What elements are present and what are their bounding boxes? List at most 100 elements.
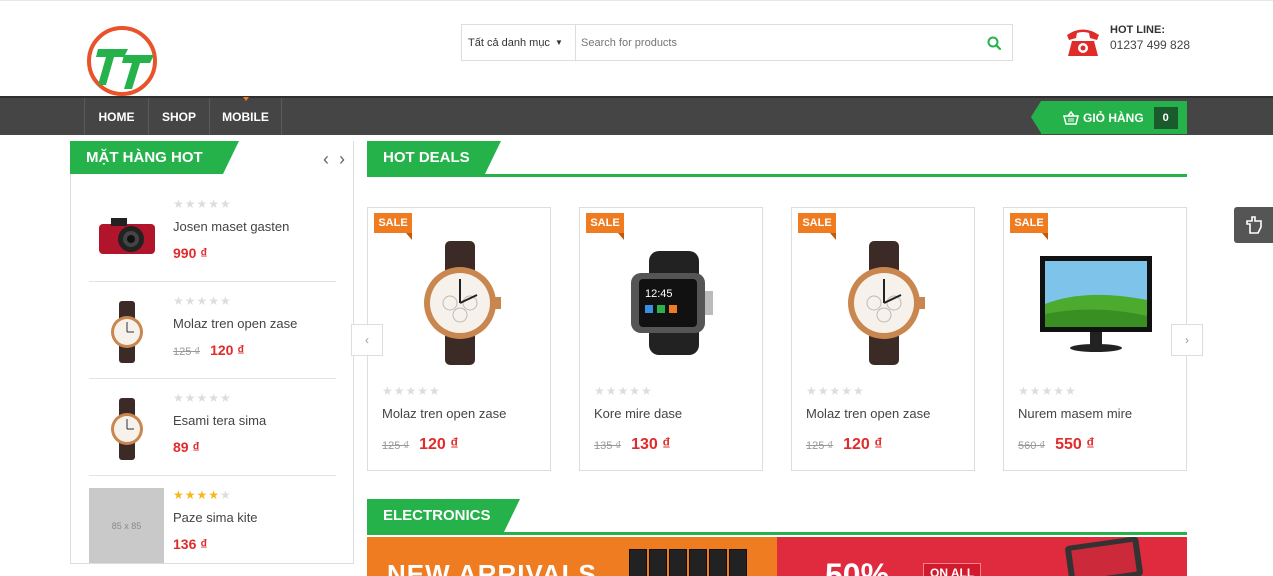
rating-stars: ★★★★★ (173, 488, 232, 502)
discount-tag: ON ALL (923, 563, 982, 576)
product-name[interactable]: Esami tera sima (173, 413, 266, 428)
current-price: 136 ₫ (173, 536, 208, 552)
sidebar-product[interactable]: ★★★★★ Josen maset gasten 990 ₫ (89, 185, 336, 282)
page: Tất cả danh mục ▼ HOT LINE: 01237 499 82… (0, 0, 1273, 576)
chevron-left-icon[interactable]: ‹ (323, 149, 329, 170)
old-price: 560 ₫ (1018, 440, 1046, 452)
hot-items-sidebar: MẶT HÀNG HOT ‹ › ★★★★★ Josen maset gaste… (70, 141, 354, 564)
product-card[interactable]: 12:45 SALE ★★★★★ Kore mire dase 135 ₫ 130… (579, 207, 763, 471)
cart-button[interactable]: GIỎ HÀNG 0 (1031, 101, 1187, 134)
chevron-right-icon: › (1185, 333, 1189, 347)
product-card[interactable]: SALE ★★★★★ Molaz tren open zase 125 ₫ 120… (367, 207, 551, 471)
product-name[interactable]: Josen maset gasten (173, 219, 289, 234)
rating-stars: ★★★★★ (1018, 384, 1077, 398)
hot-deals-title: HOT DEALS (367, 141, 501, 174)
discount-banner[interactable]: 50% ON ALL (777, 537, 1187, 576)
search-bar: Tất cả danh mục ▼ (461, 24, 1013, 61)
watch-image (89, 391, 164, 466)
sidebar-header: MẶT HÀNG HOT (70, 141, 354, 177)
category-dropdown[interactable]: Tất cả danh mục ▼ (462, 25, 576, 60)
cart-count-badge: 0 (1153, 106, 1178, 129)
nav-shop[interactable]: SHOP (148, 98, 209, 135)
old-price: 125 ₫ (382, 440, 410, 452)
old-price: 135 ₫ (594, 440, 622, 452)
product-price: 136 ₫ (173, 536, 207, 552)
cart-label: GIỎ HÀNG (1083, 110, 1144, 125)
product-name[interactable]: Molaz tren open zase (173, 316, 297, 331)
top-border (0, 0, 1273, 2)
watch-image (792, 228, 976, 378)
product-name[interactable]: Paze sima kite (173, 510, 258, 525)
product-name[interactable]: Kore mire dase (594, 406, 682, 421)
site-logo[interactable] (84, 25, 160, 97)
camera-image (89, 197, 164, 272)
current-price: 990 ₫ (173, 245, 208, 261)
chevron-right-icon[interactable]: › (339, 149, 345, 170)
sidebar-nav: ‹ › (323, 149, 345, 170)
phones-image (629, 549, 747, 576)
product-price: 125 ₫ 120 ₫ (382, 436, 458, 454)
product-price: 89 ₫ (173, 439, 200, 455)
rating-stars: ★★★★★ (173, 294, 232, 308)
floating-tool-button[interactable] (1234, 207, 1273, 243)
current-price: 550 ₫ (1055, 436, 1095, 453)
hotline-label: HOT LINE: (1110, 24, 1165, 36)
basket-icon (1063, 110, 1079, 125)
search-button[interactable] (976, 25, 1012, 60)
rating-stars: ★★★★★ (173, 391, 232, 405)
product-price: 135 ₫ 130 ₫ (594, 436, 670, 454)
sale-badge: SALE (798, 213, 836, 240)
product-price: 560 ₫ 550 ₫ (1018, 436, 1094, 454)
current-price: 89 ₫ (173, 439, 200, 455)
smartwatch-image: 12:45 (580, 228, 764, 378)
slider-prev-button[interactable]: ‹ (351, 324, 383, 356)
discount-percent: 50% (825, 557, 890, 576)
chevron-left-icon: ‹ (365, 333, 369, 347)
product-name[interactable]: Molaz tren open zase (382, 406, 506, 421)
hand-pointer-icon (1245, 216, 1262, 234)
sidebar-title: MẶT HÀNG HOT (70, 141, 239, 174)
rating-stars-filled: ★★★★ (173, 488, 221, 502)
watch-image (368, 228, 552, 378)
main-navbar: HOME SHOP MOBILE GIỎ HÀNG 0 (0, 96, 1273, 135)
monitor-image (1004, 228, 1188, 378)
product-price: 990 ₫ (173, 245, 207, 261)
old-price: 125 ₫ (173, 346, 201, 358)
product-price: 125 ₫ 120 ₫ (806, 436, 882, 454)
sale-badge: SALE (1010, 213, 1048, 240)
rating-stars: ★★★★★ (806, 384, 865, 398)
tablet-image (1064, 537, 1144, 576)
product-price: 125 ₫ 120 ₫ (173, 342, 245, 358)
hotline-number: 01237 499 828 (1110, 38, 1191, 52)
search-input[interactable] (576, 25, 976, 60)
current-price: 120 ₫ (419, 436, 459, 453)
rating-stars: ★★★★★ (173, 197, 232, 211)
sidebar-product[interactable]: 85 x 85 ★★★★★ Paze sima kite 136 ₫ (89, 476, 336, 573)
sidebar-product[interactable]: ★★★★★ Esami tera sima 89 ₫ (89, 379, 336, 476)
current-price: 120 ₫ (843, 436, 883, 453)
electronics-title: ELECTRONICS (367, 499, 520, 532)
electronics-header: ELECTRONICS (367, 499, 1187, 535)
product-name[interactable]: Molaz tren open zase (806, 406, 930, 421)
new-arrivals-banner[interactable]: NEW ARRIVALS (367, 537, 777, 576)
banner-text: NEW ARRIVALS (387, 559, 597, 576)
phone-icon (1067, 29, 1099, 56)
rating-stars: ★★★★★ (594, 384, 653, 398)
hot-deals-header: HOT DEALS (367, 141, 1187, 177)
new-indicator-icon (242, 97, 249, 101)
nav-mobile-label: MOBILE (222, 109, 269, 124)
nav-mobile[interactable]: MOBILE (209, 97, 282, 135)
hotline: HOT LINE: 01237 499 828 (1064, 24, 1190, 58)
product-name[interactable]: Nurem masem mire (1018, 406, 1132, 421)
product-card[interactable]: SALE ★★★★★ Molaz tren open zase 125 ₫ 120… (791, 207, 975, 471)
svg-text:12:45: 12:45 (645, 288, 673, 300)
placeholder-image: 85 x 85 (89, 488, 164, 563)
rating-stars: ★★★★★ (382, 384, 441, 398)
old-price: 125 ₫ (806, 440, 834, 452)
slider-next-button[interactable]: › (1171, 324, 1203, 356)
nav-home[interactable]: HOME (84, 98, 148, 135)
watch-image (89, 294, 164, 369)
sidebar-product[interactable]: ★★★★★ Molaz tren open zase 125 ₫ 120 ₫ (89, 282, 336, 379)
sale-badge: SALE (374, 213, 412, 240)
product-card[interactable]: SALE ★★★★★ Nurem masem mire 560 ₫ 550 ₫ (1003, 207, 1187, 471)
